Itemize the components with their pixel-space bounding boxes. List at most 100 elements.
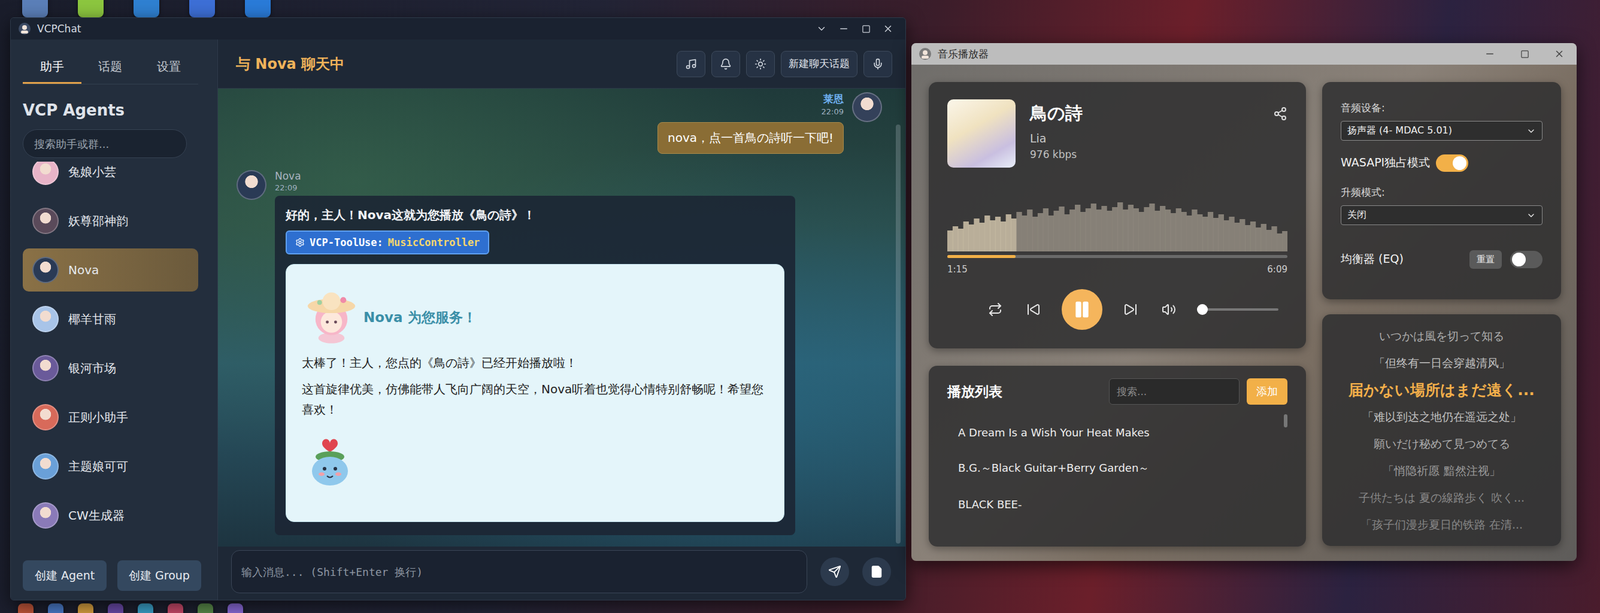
agent-name: 椰羊甘雨	[68, 311, 117, 328]
close-button[interactable]	[1550, 44, 1569, 63]
playlist-search[interactable]	[1108, 378, 1240, 405]
share-button[interactable]	[1273, 106, 1288, 124]
volume-slider[interactable]	[1197, 308, 1279, 311]
agent-search[interactable]	[22, 129, 187, 159]
maximize-button[interactable]	[1515, 44, 1534, 63]
waveform[interactable]	[947, 191, 1288, 252]
desktop-app-icon[interactable]	[17, 603, 34, 613]
sidebar-tab[interactable]: 助手	[22, 47, 82, 84]
next-icon[interactable]	[1123, 302, 1138, 317]
playlist-scrollbar[interactable]	[1283, 414, 1288, 428]
desktop-app-icon[interactable]	[77, 0, 104, 18]
minimize-button[interactable]	[1480, 44, 1499, 63]
device-select[interactable]: 扬声器 (4- MDAC 5.01)	[1340, 120, 1543, 141]
header-icon-button[interactable]	[676, 50, 706, 78]
create-button[interactable]: 创建 Group	[117, 560, 202, 592]
previous-button[interactable]	[1023, 299, 1044, 320]
desktop-app-icon[interactable]	[77, 603, 94, 613]
device-label: 音频设备:	[1340, 101, 1543, 114]
waveform-bar	[963, 221, 969, 252]
sidebar-tab[interactable]: 话题	[81, 47, 141, 84]
header-icon-button[interactable]	[863, 50, 893, 78]
maximize-icon[interactable]	[1520, 49, 1530, 59]
agent-item[interactable]: 正则小助手	[22, 395, 199, 439]
waveform-bar	[1149, 203, 1155, 252]
waveform-bar	[973, 218, 980, 252]
create-button[interactable]: 创建 Agent	[22, 560, 107, 592]
eq-toggle[interactable]	[1510, 250, 1543, 269]
maximize-icon[interactable]	[861, 24, 871, 34]
wasapi-toggle[interactable]	[1435, 154, 1469, 172]
new-topic-button[interactable]: 新建聊天话题	[780, 50, 858, 78]
previous-icon[interactable]	[1026, 302, 1041, 317]
close-icon[interactable]	[1553, 48, 1565, 60]
minimize-button[interactable]	[834, 19, 853, 38]
scrollbar[interactable]	[895, 124, 901, 544]
send-icon[interactable]	[828, 565, 842, 579]
attach-button[interactable]	[862, 557, 892, 587]
chevron-down-icon[interactable]	[1526, 126, 1536, 136]
waveform-bar	[979, 222, 985, 252]
maximize-button[interactable]	[856, 19, 875, 38]
pause-icon[interactable]	[1072, 300, 1092, 320]
agent-item[interactable]: Nova	[22, 248, 199, 292]
file-icon[interactable]	[870, 565, 884, 579]
repeat-button[interactable]	[985, 299, 1006, 320]
add-button[interactable]: 添加	[1246, 378, 1288, 405]
header-icon-button[interactable]	[711, 50, 741, 78]
title-bar: 音乐播放器	[911, 43, 1577, 65]
send-button[interactable]	[820, 557, 850, 587]
bell-icon[interactable]	[719, 58, 732, 71]
tool-use-badge[interactable]: VCP-ToolUse:MusicController	[285, 230, 490, 255]
reply-card: Nova 为您服务！太棒了！主人，您点的《鳥の詩》已经开始播放啦！这首旋律优美，…	[285, 264, 785, 523]
desktop-app-icon[interactable]	[107, 603, 124, 613]
desktop-icons-bottom	[17, 603, 244, 613]
message-input[interactable]	[231, 550, 808, 594]
minimize-icon[interactable]	[838, 23, 850, 35]
desktop-app-icon[interactable]	[137, 603, 154, 613]
share-icon[interactable]	[1273, 106, 1288, 121]
volume-icon[interactable]	[1161, 302, 1177, 317]
header-icon-button[interactable]	[746, 50, 775, 78]
desktop-app-icon[interactable]	[22, 0, 48, 18]
desktop-app-icon[interactable]	[197, 603, 214, 613]
agent-item[interactable]: 银河市场	[22, 346, 199, 390]
volume-button[interactable]	[1158, 299, 1180, 320]
music-icon[interactable]	[685, 58, 698, 71]
play-pause-button[interactable]	[1061, 289, 1103, 330]
playlist-item[interactable]: A Dream Is a Wish Your Heat Makes	[947, 414, 1288, 451]
chevron-down-icon[interactable]	[816, 23, 827, 35]
desktop-app-icon[interactable]	[167, 603, 184, 613]
next-button[interactable]	[1120, 299, 1141, 320]
waveform-bar	[1005, 214, 1012, 252]
repeat-icon[interactable]	[988, 302, 1003, 317]
agent-item[interactable]: 椰羊甘雨	[22, 297, 199, 341]
playlist-item[interactable]: BLACK BEE-	[947, 486, 1288, 523]
agent-item[interactable]: CW生成器	[22, 494, 199, 538]
agent-item[interactable]: 妖尊邵神韵	[22, 199, 199, 243]
mic-icon[interactable]	[871, 58, 884, 71]
sidebar-heading: VCP Agents	[22, 84, 199, 121]
sidebar-tab[interactable]: 设置	[139, 47, 199, 84]
agent-item[interactable]: 主题娘可可	[22, 444, 199, 489]
playlist-item[interactable]: B.G.～Black Guitar+Berry Garden～	[947, 450, 1288, 487]
desktop-app-icon[interactable]	[189, 0, 215, 18]
menu-button[interactable]	[812, 19, 831, 38]
upsample-select[interactable]: 关闭	[1340, 205, 1543, 226]
desktop-app-icon[interactable]	[47, 603, 64, 613]
desktop-app-icon[interactable]	[244, 0, 271, 18]
minimize-icon[interactable]	[1484, 48, 1496, 60]
desktop-icons	[22, 0, 271, 18]
sun-icon[interactable]	[754, 58, 767, 71]
close-icon[interactable]	[882, 23, 894, 35]
progress-bar[interactable]	[947, 255, 1288, 259]
close-button[interactable]	[879, 19, 898, 38]
agent-item[interactable]: 兔娘小芸	[22, 161, 199, 194]
waveform-bar	[1276, 233, 1283, 252]
waveform-bar	[1122, 209, 1129, 252]
chevron-down-icon[interactable]	[1526, 210, 1536, 221]
desktop-app-icon[interactable]	[133, 0, 160, 18]
eq-reset-button[interactable]: 重置	[1469, 250, 1502, 269]
desktop-app-icon[interactable]	[227, 603, 244, 613]
volume-knob[interactable]	[1197, 304, 1208, 315]
